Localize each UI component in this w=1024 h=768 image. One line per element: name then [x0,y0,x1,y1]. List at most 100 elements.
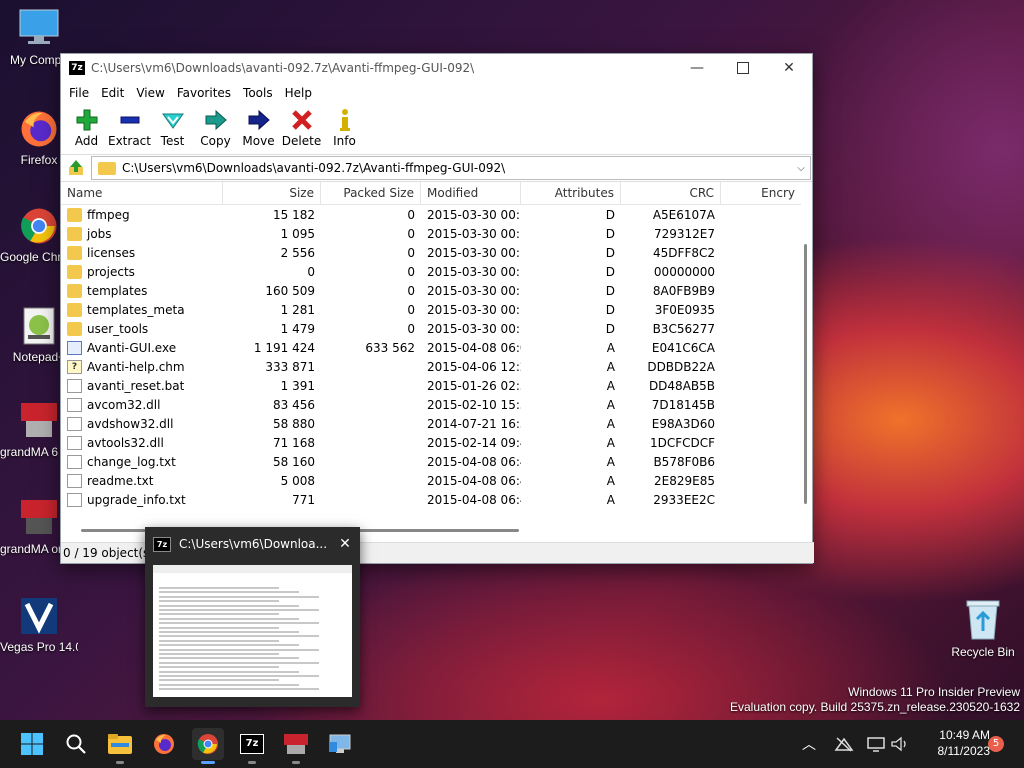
chevron-down-icon[interactable]: ⌵ [792,163,810,174]
file-row[interactable]: user_tools 1 479 0 2015-03-30 00:14 D B3C5627… [61,319,801,338]
network-status[interactable] [834,720,854,768]
column-encrypted[interactable]: Encry [721,182,801,204]
taskbar-firefox[interactable] [148,728,180,760]
file-row[interactable]: ffmpeg 15 182 0 2015-03-30 00:14 D A5E6107A [61,205,801,224]
extract-label: Extract [108,134,151,148]
file-crc-cell: 2E829E85 [654,473,715,488]
taskbar-7zip[interactable]: 7z [236,728,268,764]
column-packed-size[interactable]: Packed Size [321,182,421,204]
column-name[interactable]: Name [61,182,223,204]
file-crc-cell: DDBDB22A [647,359,715,374]
menu-help[interactable]: Help [279,86,318,100]
test-button[interactable]: Test [151,104,194,148]
taskbar-file-explorer[interactable] [104,728,136,764]
menu-edit[interactable]: Edit [95,86,130,100]
file-row[interactable]: avanti_reset.bat 1 391 2015-01-26 02:53 A DD… [61,376,801,395]
preview-close-button[interactable]: ✕ [330,536,360,552]
taskbar-clock[interactable]: 10:49 AM 8/11/2023 [918,727,991,759]
info-button[interactable]: Info [323,104,366,148]
file-modified-cell: 2015-03-30 00:14 [427,226,521,241]
delete-button[interactable]: Delete [280,104,323,148]
extract-button[interactable]: Extract [108,104,151,148]
7zip-app-icon: 7z [153,536,171,552]
file-modified-cell: 2015-03-30 00:14 [427,283,521,298]
file-row[interactable]: avdshow32.dll 58 880 2014-07-21 16:31 A E98A… [61,414,801,433]
minimize-button[interactable]: — [674,54,720,82]
recycle-bin[interactable]: Recycle Bin [942,597,1024,659]
vertical-scrollbar[interactable] [802,204,810,524]
search-icon [66,734,86,754]
file-attr-cell: D [605,283,615,298]
column-attributes[interactable]: Attributes [521,182,621,204]
file-modified-cell: 2015-03-30 00:14 [427,245,521,260]
recycle-bin-label: Recycle Bin [951,645,1015,659]
file-row[interactable]: upgrade_info.txt 771 2015-04-08 06:42 A 2933… [61,490,801,509]
close-button[interactable]: ✕ [766,54,812,82]
thumbnail-line [159,653,279,655]
column-size[interactable]: Size [223,182,321,204]
up-folder-button[interactable] [61,159,91,177]
file-row[interactable]: change_log.txt 58 160 2015-04-08 06:41 A B57… [61,452,801,471]
desktop-icon[interactable]: Vegas Pro 14.0 (64-bit) [0,595,78,654]
menu-favorites[interactable]: Favorites [171,86,237,100]
file-packed-cell: 0 [407,264,415,279]
menu-tools[interactable]: Tools [237,86,279,100]
taskbar-thumbnail-preview[interactable]: 7z C:\Users\vm6\Downloa... ✕ [145,527,360,707]
add-button[interactable]: Add [65,104,108,148]
grandma-icon [284,734,308,754]
column-crc[interactable]: CRC [621,182,721,204]
volume-button[interactable] [890,720,910,768]
file-packed-cell: 0 [407,226,415,241]
title-bar[interactable]: 7z C:\Users\vm6\Downloads\avanti-092.7z\… [61,54,812,82]
file-name: avtools32.dll [87,435,164,450]
file-row[interactable]: jobs 1 095 0 2015-03-30 00:14 D 729312E7 [61,224,801,243]
file-row[interactable]: templates 160 509 0 2015-03-30 00:14 D 8A0FB9… [61,281,801,300]
file-row[interactable]: avtools32.dll 71 168 2015-02-14 09:44 A 1DCF… [61,433,801,452]
file-attr-cell: A [606,454,615,469]
thumbnail-line [159,661,319,664]
preview-thumbnail-image[interactable] [153,565,352,697]
notepadpp-icon [18,305,60,347]
show-hidden-icons-button[interactable]: ︿ [802,720,816,768]
copy-button[interactable]: Copy [194,104,237,148]
taskbar-remote-desktop[interactable] [324,728,356,760]
clock-time: 10:49 AM [939,728,990,742]
file-crc-cell: 729312E7 [653,226,715,241]
notification-badge[interactable]: 5 [988,736,1004,752]
taskbar-grandma[interactable] [280,728,312,764]
file-modified-cell: 2014-07-21 16:31 [427,416,521,431]
move-button[interactable]: Move [237,104,280,148]
vertical-scroll-thumb[interactable] [804,244,807,504]
file-name: templates_meta [87,302,185,317]
file-row[interactable]: ? Avanti-help.chm 333 871 2015-04-06 12:24 A… [61,357,801,376]
taskbar: 7z ︿ 10:49 AM 8/11/2023 [0,720,1024,768]
file-row[interactable]: projects 0 0 2015-03-30 00:14 D 00000000 [61,262,801,281]
test-label: Test [160,134,185,148]
file-size-cell: 1 191 424 [253,340,315,355]
file-crc-cell: B578F0B6 [653,454,715,469]
file-icon [67,492,82,507]
file-row[interactable]: licenses 2 556 0 2015-03-30 00:14 D 45DFF8C2 [61,243,801,262]
search-button[interactable] [60,728,92,760]
column-modified[interactable]: Modified [421,182,521,204]
menu-view[interactable]: View [130,86,170,100]
file-name: user_tools [87,321,149,336]
address-bar[interactable]: C:\Users\vm6\Downloads\avanti-092.7z\Ava… [91,156,811,180]
file-row[interactable]: readme.txt 5 008 2015-04-08 06:42 A 2E829E85 [61,471,801,490]
folder-icon [98,161,116,175]
thumbnail-line [159,666,279,669]
thumbnail-line [159,644,299,647]
file-crc-cell: 3F0E0935 [654,302,715,317]
file-row[interactable]: Avanti-GUI.exe 1 191 424 633 562 2015-04-08… [61,338,801,357]
file-name-cell: readme.txt [61,473,223,488]
file-row[interactable]: templates_meta 1 281 0 2015-03-30 00:14 D 3F0… [61,300,801,319]
start-button[interactable] [16,728,48,760]
chrome-icon [197,734,218,754]
menu-file[interactable]: File [63,86,95,100]
maximize-button[interactable] [720,54,766,82]
taskbar-chrome[interactable] [192,728,224,764]
file-row[interactable]: avcom32.dll 83 456 2015-02-10 15:50 A 7D1814… [61,395,801,414]
thumbnail-line [159,595,319,598]
display-status[interactable] [866,720,886,768]
close-icon: ✕ [783,60,795,76]
